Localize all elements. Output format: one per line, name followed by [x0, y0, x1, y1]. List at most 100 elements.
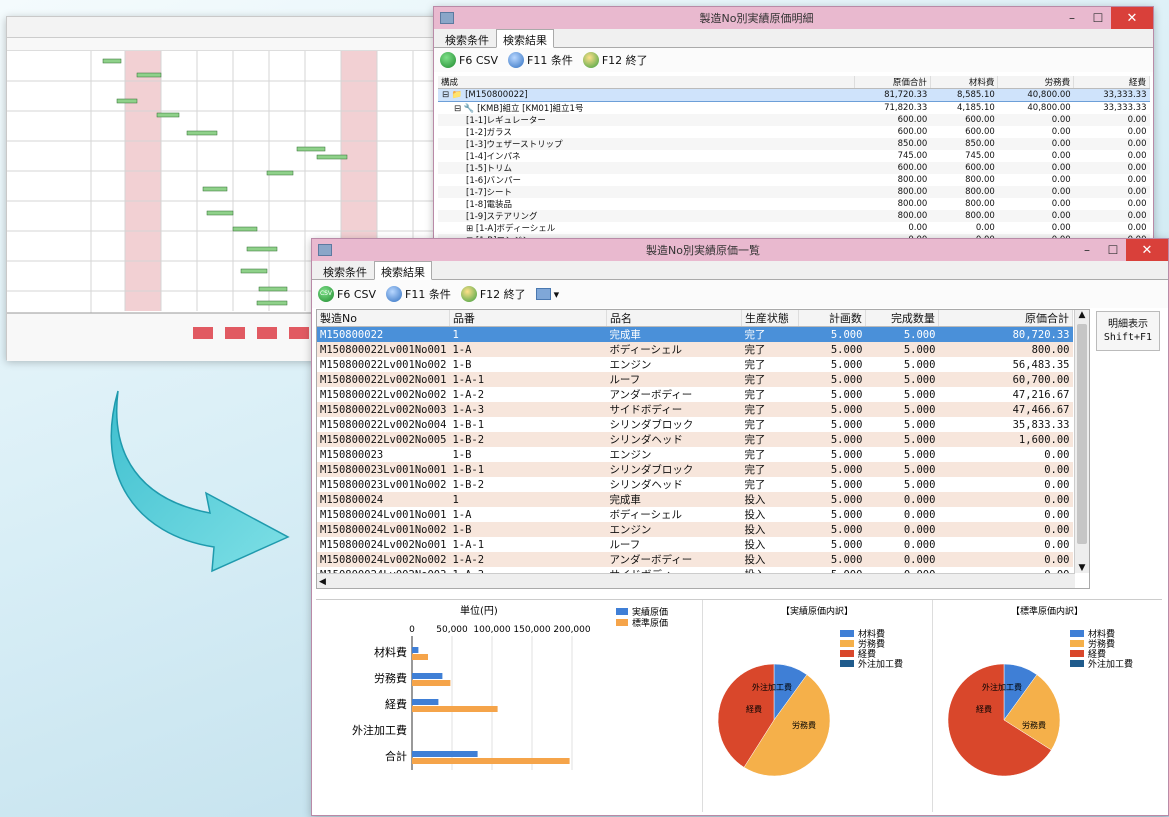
- tree-row[interactable]: [1-9]ステアリング 800.00 800.00 0.00 0.00: [438, 209, 1150, 222]
- tree-node-label: ⊟ 🔧 [KMB]組立 [KM01]組立1号: [454, 103, 584, 114]
- table-row[interactable]: M150800024Lv001No002 1-B エンジン 投入 5.000 0.000 0…: [317, 522, 1073, 537]
- grid-horizontal-scrollbar[interactable]: ◀: [317, 573, 1075, 588]
- scroll-left-icon[interactable]: ◀: [317, 577, 326, 587]
- cell-completed-qty: 5.000: [865, 432, 939, 447]
- cell-part-no: 1-A-2: [452, 388, 485, 401]
- scroll-thumb[interactable]: [1077, 324, 1087, 544]
- tab-search-conditions[interactable]: 検索条件: [438, 29, 496, 47]
- actual-cost-pie-chart: 【実績原価内訳】労務費経費外注加工費材料費労務費経費外注加工費: [717, 605, 903, 777]
- maximize-button[interactable]: ☐: [1100, 239, 1126, 261]
- tree-cell-total: 600.00: [854, 113, 931, 126]
- tree-row[interactable]: [1-3]ウェザーストリップ 850.00 850.00 0.00 0.00: [438, 137, 1150, 150]
- cell-production-no: M150800024Lv002No002: [317, 552, 450, 567]
- legend-label: 外注加工費: [858, 658, 903, 670]
- tree-row[interactable]: ⊟ 📁 [M150800022] 81,720.33 8,585.10 40,800.…: [438, 88, 1150, 102]
- cell-planned-qty: 5.000: [798, 492, 866, 507]
- col-production-no[interactable]: 製造No: [317, 310, 450, 327]
- table-row[interactable]: M150800023Lv001No001 1-B-1 シリンダブロック 完了 5.000…: [317, 462, 1073, 477]
- maximize-button[interactable]: ☐: [1085, 7, 1111, 29]
- col-planned-qty[interactable]: 計画数: [798, 310, 866, 327]
- tree-row[interactable]: [1-2]ガラス 600.00 600.00 0.00 0.00: [438, 126, 1150, 138]
- table-row[interactable]: M150800022Lv002No003 1-A-3 サイドボディー 完了 5.000 5…: [317, 402, 1073, 417]
- x-tick-label: 200,000: [553, 625, 590, 635]
- exit-button[interactable]: F12 終了: [460, 286, 526, 302]
- table-row[interactable]: M150800022Lv002No005 1-B-2 シリンダヘッド 完了 5.000 5…: [317, 432, 1073, 447]
- tab-search-results[interactable]: 検索結果: [374, 261, 432, 280]
- tree-row[interactable]: ⊞ [1-A]ボディーシェル 0.00 0.00 0.00 0.00: [438, 222, 1150, 234]
- detail-view-button[interactable]: 明細表示 Shift+F1: [1096, 311, 1160, 351]
- cell-part-no: 1-A: [449, 342, 607, 357]
- table-row[interactable]: M150800023Lv001No002 1-B-2 シリンダヘッド 完了 5.000 5…: [317, 477, 1073, 492]
- table-row[interactable]: M150800023 1-B エンジン 完了 5.000 5.000 0.00: [317, 447, 1073, 462]
- cell-production-no: M150800023Lv001No002: [320, 478, 447, 491]
- col-cost-total[interactable]: 原価合計: [938, 310, 1074, 327]
- table-row[interactable]: M150800022Lv001No001 1-A ボディーシェル 完了 5.000 5.0…: [317, 342, 1073, 357]
- tab-search-conditions[interactable]: 検索条件: [316, 261, 374, 279]
- view-dropdown-button[interactable]: ▾: [535, 288, 559, 301]
- col-part-no[interactable]: 品番: [449, 310, 607, 327]
- bar-actual: [412, 647, 419, 653]
- cell-completed-qty: 5.000: [865, 372, 939, 387]
- table-row[interactable]: M150800022Lv001No002 1-B エンジン 完了 5.000 5.000 5…: [317, 357, 1073, 372]
- cell-planned-qty: 5.000: [798, 372, 866, 387]
- close-button[interactable]: ✕: [1111, 7, 1153, 29]
- col-completed-qty[interactable]: 完成数量: [865, 310, 939, 327]
- tree-cell-material: 0.00: [975, 222, 995, 233]
- close-button[interactable]: ✕: [1126, 239, 1168, 261]
- csv-button[interactable]: CSV F6 CSV: [318, 286, 376, 302]
- cell-part-name: アンダーボディー: [606, 552, 742, 567]
- gantt-task-bar: [156, 112, 180, 118]
- tree-cell-labor: 0.00: [997, 209, 1074, 222]
- col-status[interactable]: 生産状態: [741, 310, 799, 327]
- cell-cost-total: 0.00: [1044, 448, 1070, 461]
- table-row[interactable]: M150800024Lv002No002 1-A-2 アンダーボディー 投入 5.000…: [317, 552, 1073, 567]
- slice-label: 経費: [746, 704, 762, 714]
- table-row[interactable]: M150800022 1 完成車 完了 5.000 5.000 80,720.33: [317, 326, 1073, 342]
- table-row[interactable]: M150800024Lv001No001 1-A ボディーシェル 投入 5.000 0.0…: [317, 507, 1073, 522]
- table-row[interactable]: M150800022Lv002No001 1-A-1 ルーフ 完了 5.000 5.000…: [317, 372, 1073, 387]
- condition-button[interactable]: F11 条件: [386, 286, 451, 302]
- gantt-task-bar: [206, 210, 234, 216]
- tree-cell-labor: 40,800.00: [997, 88, 1074, 102]
- scroll-down-icon[interactable]: ▼: [1075, 563, 1089, 573]
- cell-part-name: シリンダブロック: [606, 462, 742, 477]
- table-row[interactable]: M150800024Lv002No001 1-A-1 ルーフ 投入 5.000 0.000…: [317, 537, 1073, 552]
- tree-cell-expense: 0.00: [1127, 126, 1147, 137]
- tab-search-results[interactable]: 検索結果: [496, 29, 554, 48]
- gantt-task-bar: [296, 146, 326, 152]
- cell-part-name: エンジン: [609, 449, 652, 461]
- tree-cell-material: 800.00: [930, 209, 998, 222]
- tree-cell-total: 600.00: [854, 161, 931, 174]
- table-row[interactable]: M150800024 1 完成車 投入 5.000 0.000 0.00: [317, 492, 1073, 507]
- tree-row[interactable]: [1-1]レギュレーター 600.00 600.00 0.00 0.00: [438, 113, 1150, 126]
- table-row[interactable]: M150800022Lv002No004 1-B-1 シリンダブロック 完了 5.000…: [317, 417, 1073, 432]
- cell-status: 完了: [741, 462, 799, 477]
- tree-row[interactable]: ⊟ 🔧 [KMB]組立 [KM01]組立1号 71,820.33 4,185.10 4…: [438, 101, 1150, 114]
- grid-vertical-scrollbar[interactable]: ▲ ▼: [1074, 310, 1089, 573]
- col-part-name[interactable]: 品名: [606, 310, 742, 327]
- condition-button[interactable]: F11 条件: [508, 52, 573, 68]
- tree-cell-labor: 0.00: [997, 113, 1074, 126]
- tree-row[interactable]: [1-6]バンパー 800.00 800.00 0.00 0.00: [438, 174, 1150, 186]
- cell-part-name: サイドボディー: [606, 402, 742, 417]
- exit-button[interactable]: F12 終了: [582, 52, 648, 68]
- scroll-up-icon[interactable]: ▲: [1075, 310, 1089, 320]
- cell-part-name: シリンダブロック: [609, 419, 694, 431]
- cell-part-name: アンダーボディー: [609, 389, 693, 401]
- tree-cell-expense: 0.00: [1073, 161, 1150, 174]
- cell-completed-qty: 0.000: [865, 522, 939, 537]
- cell-planned-qty: 5.000: [830, 478, 863, 491]
- csv-button[interactable]: F6 CSV: [440, 52, 498, 68]
- col-expense: 経費: [1073, 76, 1150, 89]
- tree-cell-material: 600.00: [930, 161, 998, 174]
- gantt-task-bar: [232, 226, 258, 232]
- tree-row[interactable]: [1-5]トリム 600.00 600.00 0.00 0.00: [438, 161, 1150, 174]
- tree-row[interactable]: [1-7]シート 800.00 800.00 0.00 0.00: [438, 185, 1150, 198]
- table-row[interactable]: M150800022Lv002No002 1-A-2 アンダーボディー 完了 5.000…: [317, 387, 1073, 402]
- minimize-button[interactable]: –: [1074, 239, 1100, 261]
- tree-cell-material: 8,585.10: [930, 88, 998, 102]
- cell-planned-qty: 5.000: [798, 342, 866, 357]
- tree-row[interactable]: [1-4]インパネ 745.00 745.00 0.00 0.00: [438, 150, 1150, 162]
- tree-row[interactable]: [1-8]電装品 800.00 800.00 0.00 0.00: [438, 198, 1150, 210]
- minimize-button[interactable]: –: [1059, 7, 1085, 29]
